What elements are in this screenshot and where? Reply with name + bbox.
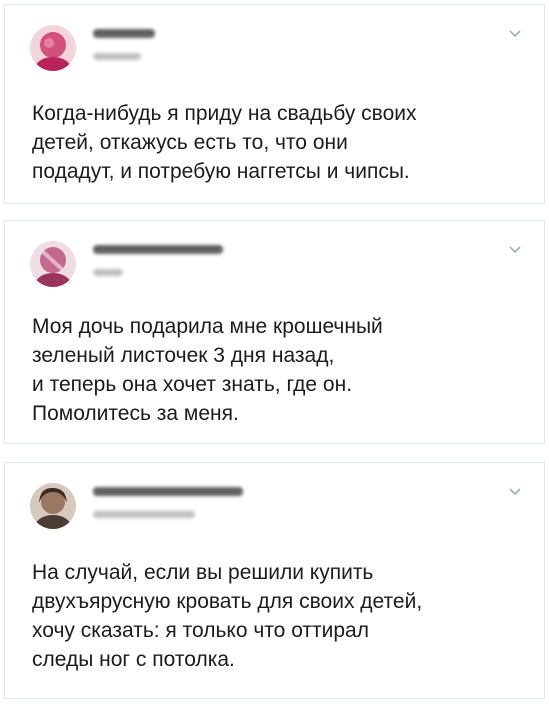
display-name-blurred[interactable] [93,29,155,38]
username-blurred[interactable] [93,53,141,60]
avatar-image [30,25,76,71]
username-blurred[interactable] [93,511,195,518]
tweet-text: Моя дочь подарила мне крошечный зеленый … [32,315,383,425]
avatar-image [30,483,76,529]
username-blurred[interactable] [93,269,123,276]
chevron-down-icon[interactable] [508,245,522,255]
display-name-blurred[interactable] [93,487,243,496]
chevron-down-icon[interactable] [508,29,522,39]
chevron-down-icon[interactable] [508,487,522,497]
tweet-card: Моя дочь подарила мне крошечный зеленый … [4,220,545,444]
avatar[interactable] [30,241,76,287]
display-name-blurred[interactable] [93,245,223,254]
tweet-text: На случай, если вы решили купить двухъяр… [32,561,423,671]
avatar-image [30,241,76,287]
tweet-card: Когда-нибудь я приду на свадьбу своих де… [4,4,545,204]
avatar[interactable] [30,25,76,71]
avatar[interactable] [30,483,76,529]
tweet-text: Когда-нибудь я приду на свадьбу своих де… [32,102,417,183]
tweet-card: На случай, если вы решили купить двухъяр… [4,462,545,699]
